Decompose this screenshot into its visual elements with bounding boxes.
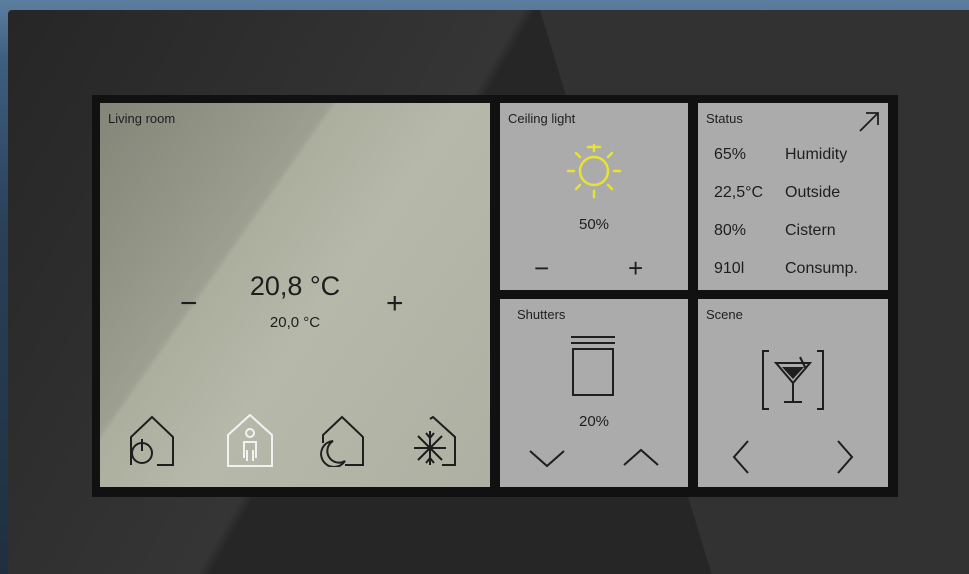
scene-tile: Scene (698, 299, 888, 487)
status-value: 65% (714, 146, 747, 163)
shutter-up-button[interactable] (622, 447, 660, 469)
status-title: Status (706, 111, 743, 126)
status-label: Humidity (785, 146, 848, 163)
scene-previous-button[interactable] (730, 439, 752, 475)
shutters-title: Shutters (517, 307, 566, 322)
ceiling-light-title: Ceiling light (508, 111, 576, 126)
touch-screen: Living room − 20,8 °C 20,0 °C + Ceiling … (92, 95, 898, 497)
sun-icon (566, 143, 622, 199)
status-tile: Status 65% Humidity 22,5°C Outside 80% Cist… (698, 103, 888, 290)
house-snowflake-icon[interactable] (406, 411, 460, 467)
scene-title: Scene (706, 307, 743, 322)
status-value: 22,5°C (714, 184, 764, 201)
status-value: 910l (714, 260, 745, 277)
current-temperature: 20,8 °C (249, 271, 341, 301)
shutters-level: 20% (578, 413, 610, 430)
setpoint-temperature: 20,0 °C (269, 314, 321, 331)
status-label: Cistern (785, 222, 836, 239)
status-row-cistern: 80% Cistern (714, 222, 836, 240)
status-row-outside: 22,5°C Outside (714, 184, 840, 202)
shutter-down-button[interactable] (528, 447, 566, 469)
expand-arrow-icon[interactable] (858, 111, 880, 133)
status-row-consumption: 910l Consump. (714, 260, 858, 278)
status-label: Consump. (785, 260, 858, 277)
living-room-tile: Living room − 20,8 °C 20,0 °C + (100, 103, 490, 487)
ceiling-light-level: 50% (578, 216, 610, 233)
light-increase-button[interactable]: + (628, 253, 643, 283)
status-row-humidity: 65% Humidity (714, 146, 847, 164)
living-room-title: Living room (108, 111, 176, 126)
house-moon-icon[interactable] (315, 411, 369, 467)
light-decrease-button[interactable]: − (534, 253, 549, 283)
temp-increase-button[interactable]: + (386, 289, 404, 319)
house-power-icon[interactable] (125, 411, 179, 467)
shutters-tile: Shutters 20% (500, 299, 688, 487)
scene-next-button[interactable] (834, 439, 856, 475)
ceiling-light-tile: Ceiling light 50% − + (500, 103, 688, 290)
house-person-icon[interactable] (223, 411, 277, 467)
status-label: Outside (785, 184, 841, 201)
status-value: 80% (714, 222, 747, 239)
cocktail-icon (762, 350, 824, 410)
shutter-icon (571, 336, 615, 396)
